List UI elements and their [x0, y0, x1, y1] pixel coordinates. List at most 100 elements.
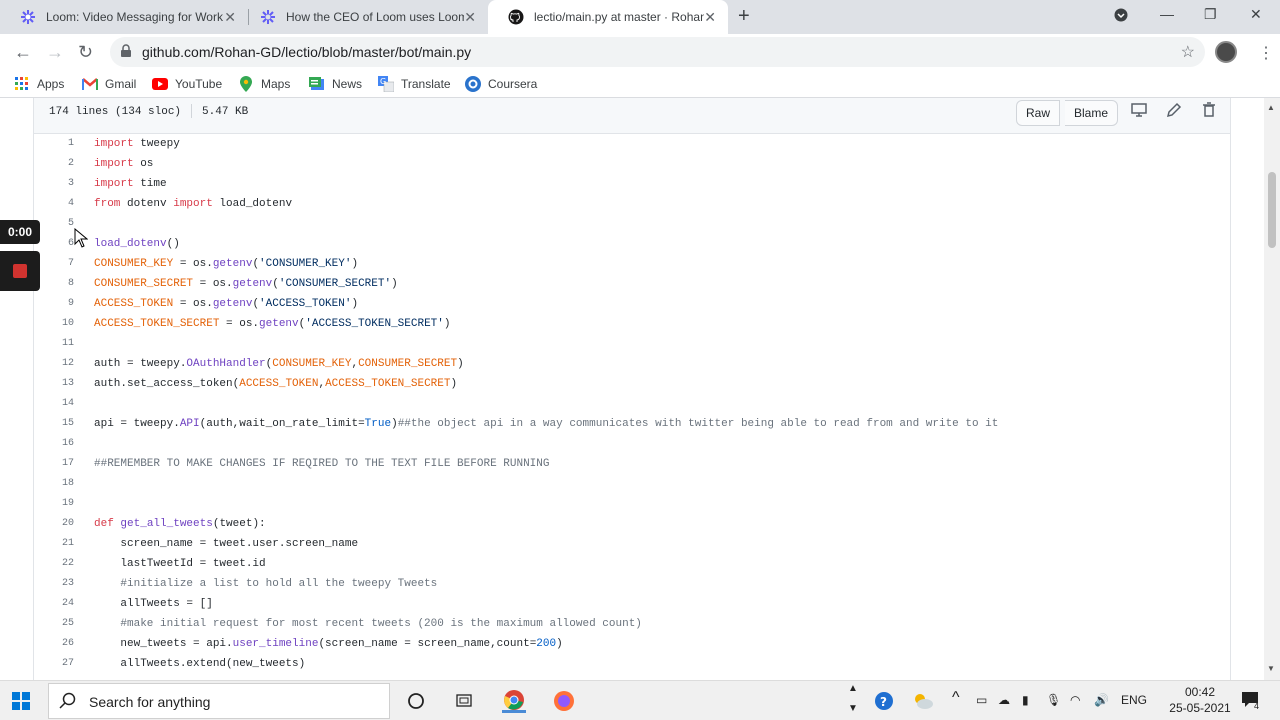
meet-now-icon[interactable]: ▭ [976, 693, 987, 707]
line-number[interactable]: 2 [34, 154, 74, 174]
help-icon[interactable]: ? [874, 691, 894, 714]
tab-loom-video[interactable]: Loom: Video Messaging for Work ✕ [0, 0, 248, 34]
line-code: auth = tweepy.OAuthHandler(CONSUMER_KEY,… [94, 358, 464, 370]
page-scrollbar[interactable]: ▲ ▼ [1264, 98, 1280, 680]
tab-loom-ceo[interactable]: How the CEO of Loom uses Loom ✕ [240, 0, 488, 34]
line-number[interactable]: 10 [34, 314, 74, 334]
line-number[interactable]: 23 [34, 574, 74, 594]
line-code: import os [94, 158, 154, 170]
blame-button[interactable]: Blame [1065, 100, 1119, 126]
scrollbar-thumb[interactable] [1268, 172, 1276, 248]
line-number[interactable]: 26 [34, 634, 74, 654]
new-tab-icon[interactable]: + [738, 5, 750, 28]
microphone-icon[interactable]: 🎙 [1046, 693, 1061, 707]
svg-text:G: G [380, 77, 386, 86]
page-content: 174 lines (134 sloc) 5.47 KB Raw Blame 1 i… [0, 98, 1264, 680]
chrome-taskbar-icon[interactable] [502, 689, 526, 713]
line-number[interactable]: 12 [34, 354, 74, 374]
line-code: allTweets = [] [94, 598, 213, 610]
cortana-icon[interactable] [404, 689, 428, 713]
line-number[interactable]: 7 [34, 254, 74, 274]
wifi-icon[interactable]: ◠ [1070, 693, 1080, 707]
scroll-down-icon[interactable]: ▼ [1267, 664, 1275, 673]
line-number[interactable]: 9 [34, 294, 74, 314]
loom-icon [20, 9, 36, 25]
bookmark-label: News [332, 77, 363, 91]
restore-icon[interactable]: ❐ [1204, 6, 1217, 23]
clock-time: 00:42 [1184, 685, 1216, 699]
tab-title: How the CEO of Loom uses Loom [286, 10, 464, 24]
tab-github-main[interactable]: lectio/main.py at master · Rohan-GD ✕ [488, 0, 728, 34]
close-icon[interactable]: ✕ [224, 9, 236, 25]
bookmark-maps[interactable]: Maps [238, 76, 290, 92]
weather-icon[interactable] [912, 691, 934, 714]
line-number[interactable]: 20 [34, 514, 74, 534]
tray-expand-up-icon[interactable]: ▲ [848, 683, 858, 694]
line-number[interactable]: 25 [34, 614, 74, 634]
line-number[interactable]: 13 [34, 374, 74, 394]
line-number[interactable]: 21 [34, 534, 74, 554]
line-number[interactable]: 5 [34, 214, 74, 234]
profile-avatar[interactable] [1215, 41, 1237, 63]
line-number[interactable]: 14 [34, 394, 74, 414]
back-icon[interactable]: ← [14, 42, 32, 63]
menu-icon[interactable]: ⋮ [1258, 43, 1274, 63]
line-number[interactable]: 27 [34, 654, 74, 674]
close-icon[interactable]: ✕ [464, 9, 476, 25]
line-number[interactable]: 8 [34, 274, 74, 294]
line-number[interactable]: 17 [34, 454, 74, 474]
file-viewer: 174 lines (134 sloc) 5.47 KB Raw Blame 1 i… [33, 98, 1231, 680]
line-number[interactable]: 19 [34, 494, 74, 514]
volume-icon[interactable]: 🔊 [1094, 693, 1109, 707]
bookmark-label: Translate [401, 77, 451, 91]
battery-icon[interactable]: ▮ [1022, 693, 1029, 707]
file-info: 174 lines (134 sloc) 5.47 KB [49, 104, 248, 118]
line-number[interactable]: 4 [34, 194, 74, 214]
firefox-taskbar-icon[interactable] [552, 689, 576, 713]
onedrive-icon[interactable]: ☁ [998, 693, 1010, 707]
bookmark-star-icon[interactable]: ☆ [1181, 42, 1195, 62]
desktop-icon[interactable] [1130, 101, 1148, 119]
taskbar-clock[interactable]: 00:42 25-05-2021 [1165, 684, 1235, 716]
line-number[interactable]: 6 [34, 234, 74, 254]
window-close-icon[interactable]: ✕ [1250, 6, 1262, 23]
line-code: from dotenv import load_dotenv [94, 198, 293, 210]
stop-icon [13, 264, 27, 278]
task-view-icon[interactable] [452, 689, 476, 713]
tab-search-icon[interactable] [1114, 8, 1128, 25]
scroll-up-icon[interactable]: ▲ [1267, 103, 1275, 112]
youtube-icon [152, 76, 168, 92]
close-icon[interactable]: ✕ [704, 9, 716, 25]
taskbar-search[interactable]: Search for anything [48, 683, 390, 719]
bookmark-coursera[interactable]: Coursera [465, 76, 537, 92]
line-number[interactable]: 11 [34, 334, 74, 354]
bookmark-label: Maps [261, 77, 291, 91]
bookmark-gmail[interactable]: Gmail [82, 76, 136, 92]
line-number[interactable]: 22 [34, 554, 74, 574]
windows-start-icon[interactable] [12, 692, 30, 715]
bookmark-apps[interactable]: Apps [14, 76, 64, 92]
bookmark-news[interactable]: News [309, 76, 362, 92]
line-number[interactable]: 15 [34, 414, 74, 434]
line-code: auth.set_access_token(ACCESS_TOKEN,ACCES… [94, 378, 458, 390]
bookmark-translate[interactable]: G Translate [378, 76, 451, 92]
address-bar[interactable]: github.com/Rohan-GD/lectio/blob/master/b… [110, 37, 1205, 67]
line-number[interactable]: 18 [34, 474, 74, 494]
line-number[interactable]: 16 [34, 434, 74, 454]
loom-stop-button[interactable] [0, 251, 40, 291]
trash-icon[interactable] [1200, 101, 1218, 119]
reload-icon[interactable]: ↻ [78, 42, 93, 63]
line-number[interactable]: 24 [34, 594, 74, 614]
tray-expand-down-icon[interactable]: ▼ [848, 703, 858, 714]
bookmark-youtube[interactable]: YouTube [152, 76, 222, 92]
raw-button[interactable]: Raw [1016, 100, 1061, 126]
show-hidden-icons-icon[interactable]: ^ [952, 689, 960, 707]
minimize-icon[interactable]: — [1160, 6, 1174, 22]
browser-toolbar: ← → ↻ github.com/Rohan-GD/lectio/blob/ma… [0, 34, 1280, 70]
tab-title: lectio/main.py at master · Rohan-GD [534, 10, 704, 24]
forward-icon[interactable]: → [46, 42, 64, 63]
line-number[interactable]: 1 [34, 134, 74, 154]
line-number[interactable]: 3 [34, 174, 74, 194]
language-indicator[interactable]: ENG [1121, 693, 1147, 707]
edit-pencil-icon[interactable] [1165, 101, 1183, 119]
